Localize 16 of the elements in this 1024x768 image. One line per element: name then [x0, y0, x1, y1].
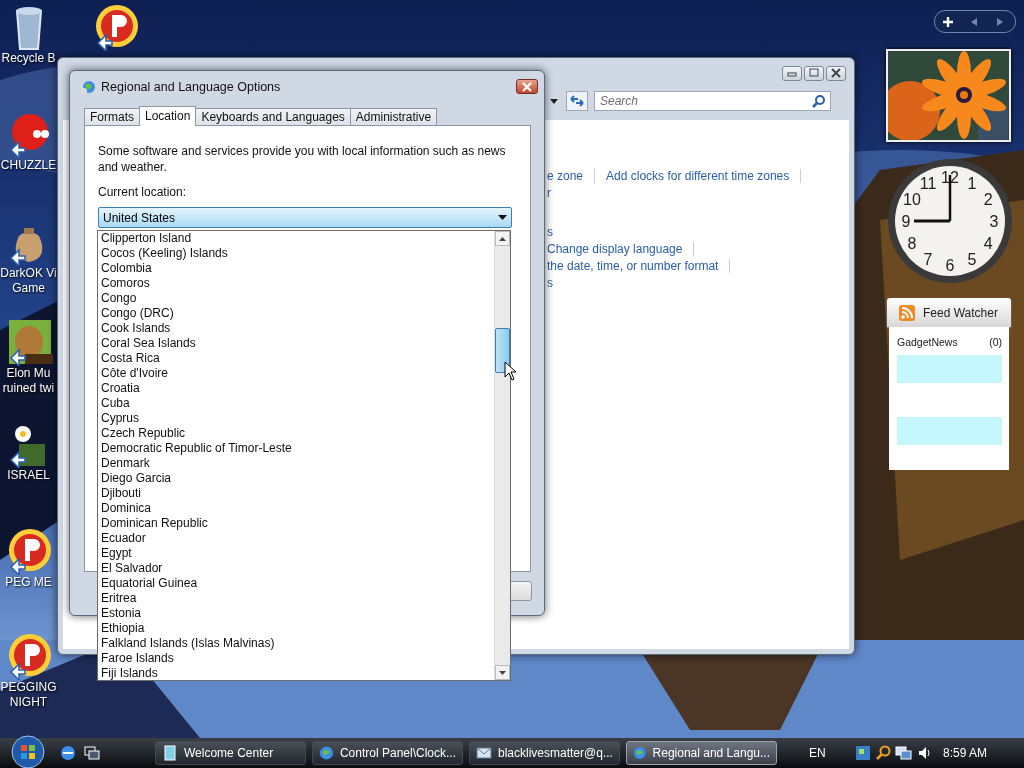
- network-icon[interactable]: [895, 745, 913, 761]
- clock-time[interactable]: 8:59 AM: [943, 746, 988, 760]
- taskbar-button[interactable]: blacklivesmatter@q...: [469, 741, 620, 765]
- globe-icon: [319, 745, 334, 761]
- globe-icon: [633, 745, 647, 761]
- windows-stack-icon[interactable]: [84, 745, 100, 761]
- start-button[interactable]: [10, 735, 46, 767]
- network-center-icon[interactable]: [855, 745, 871, 761]
- taskbar-button[interactable]: Control Panel\Clock...: [312, 741, 463, 765]
- speaker-icon[interactable]: [917, 745, 933, 761]
- language-indicator[interactable]: EN: [809, 746, 843, 760]
- taskbar-button[interactable]: Welcome Center: [155, 741, 306, 765]
- taskbar-button[interactable]: Regional and Langu...: [626, 741, 777, 765]
- envelope-icon: [476, 745, 492, 761]
- search-icon[interactable]: [875, 745, 891, 761]
- document-icon: [162, 745, 178, 761]
